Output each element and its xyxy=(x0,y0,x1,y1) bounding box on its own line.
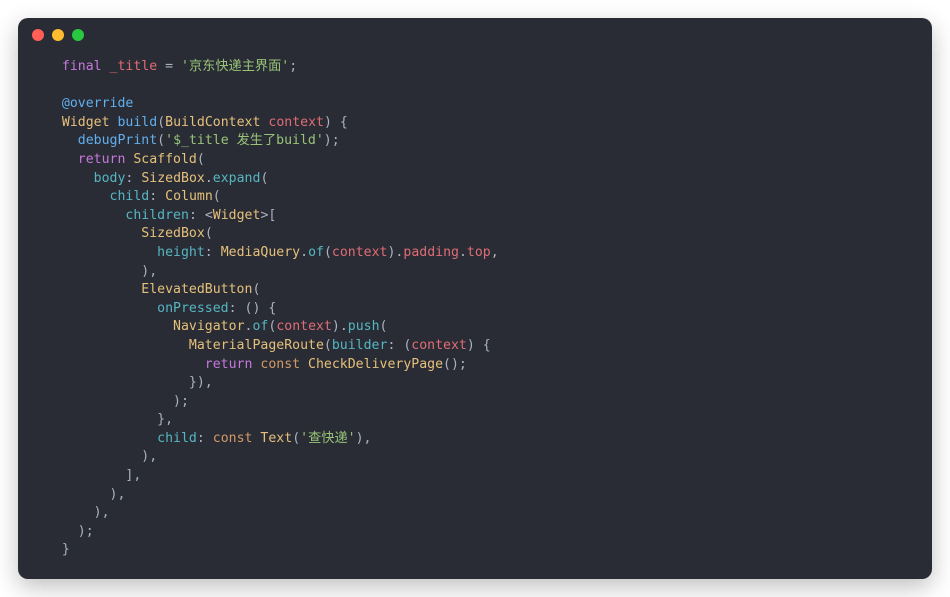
minimize-icon[interactable] xyxy=(52,29,64,41)
code-editor[interactable]: final _title = '京东快递主界面'; @override Widg… xyxy=(18,52,932,579)
code-content: final _title = '京东快递主界面'; @override Widg… xyxy=(18,58,932,560)
type: Widget xyxy=(62,115,110,130)
titlebar xyxy=(18,18,932,52)
annotation: @override xyxy=(62,96,133,111)
string-literal: '京东快递主界面' xyxy=(181,59,289,74)
function-name: build xyxy=(117,115,157,130)
close-icon[interactable] xyxy=(32,29,44,41)
identifier: _title xyxy=(110,59,158,74)
keyword: final xyxy=(62,59,102,74)
maximize-icon[interactable] xyxy=(72,29,84,41)
code-window: final _title = '京东快递主界面'; @override Widg… xyxy=(18,18,932,579)
